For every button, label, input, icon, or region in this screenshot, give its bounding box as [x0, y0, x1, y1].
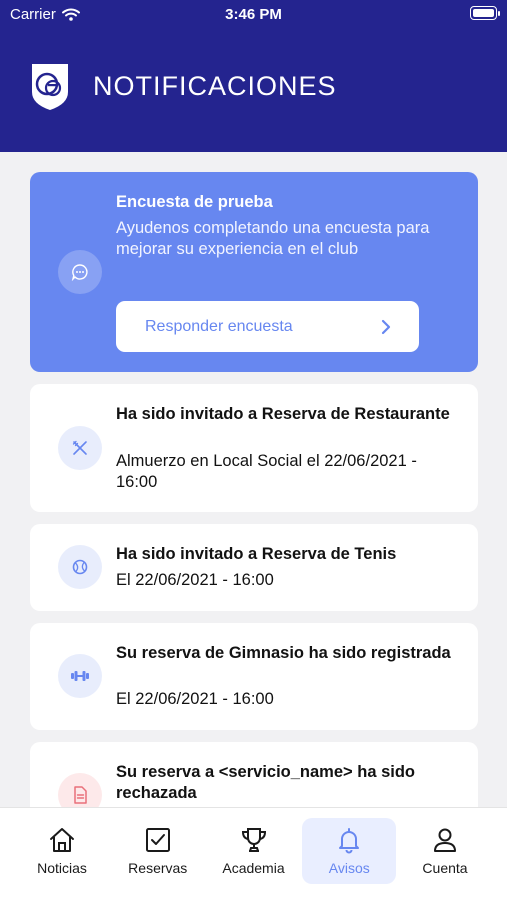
club-logo	[32, 64, 68, 110]
user-icon	[434, 828, 456, 852]
notification-body: Almuerzo en Local Social el 22/06/2021 -…	[116, 452, 417, 491]
notification-card[interactable]: Su reserva a <servicio_name> ha sido rec…	[30, 742, 478, 807]
notification-title: Su reserva a <servicio_name> ha sido rec…	[116, 763, 416, 802]
notification-title: Ha sido invitado a Reserva de Restaurant…	[116, 405, 450, 423]
notifications-list[interactable]: Encuesta de prueba Ayudenos completando …	[0, 152, 507, 807]
bell-icon	[339, 828, 360, 854]
notification-card[interactable]: Su reserva de Gimnasio ha sido registrad…	[30, 623, 478, 730]
tab-bar: Noticias Reservas Academia Avisos Cuenta	[0, 807, 507, 900]
dumbbell-icon	[58, 654, 102, 698]
clock: 3:46 PM	[225, 6, 282, 23]
survey-title: Encuesta de prueba	[116, 193, 273, 211]
tab-reservas[interactable]: Reservas	[111, 818, 205, 884]
notification-body: El 22/06/2021 - 16:00	[116, 690, 274, 708]
utensils-icon	[58, 426, 102, 470]
tab-noticias[interactable]: Noticias	[15, 818, 109, 884]
notification-card[interactable]: Ha sido invitado a Reserva de Restaurant…	[30, 384, 478, 512]
tab-cuenta[interactable]: Cuenta	[398, 818, 492, 884]
page-title: NOTIFICACIONES	[93, 71, 337, 101]
notification-body: El 22/06/2021 - 16:00	[116, 571, 274, 589]
tab-label: Noticias	[37, 860, 87, 876]
tab-label: Academia	[222, 860, 285, 876]
tennis-ball-icon	[58, 545, 102, 589]
chevron-right-icon	[381, 319, 391, 334]
tab-label: Cuenta	[422, 860, 468, 876]
tab-label: Reservas	[128, 860, 188, 876]
answer-survey-label: Responder encuesta	[145, 317, 293, 335]
trophy-icon	[241, 828, 266, 852]
answer-survey-button[interactable]: Responder encuesta	[116, 301, 419, 352]
document-icon	[58, 773, 102, 807]
tab-label: Avisos	[328, 860, 370, 876]
survey-description: Ayudenos completando una encuesta para m…	[116, 219, 430, 258]
notification-card[interactable]: Ha sido invitado a Reserva de Tenis El 2…	[30, 524, 478, 611]
tab-academia[interactable]: Academia	[207, 818, 301, 884]
app-header: Carrier 3:46 PM NOTIFICACIONES	[0, 0, 507, 152]
survey-card: Encuesta de prueba Ayudenos completando …	[30, 172, 478, 372]
tab-avisos[interactable]: Avisos	[302, 818, 397, 884]
status-bar: Carrier 3:46 PM	[0, 0, 507, 30]
battery-icon	[470, 6, 500, 20]
home-icon	[50, 828, 74, 852]
notification-title: Ha sido invitado a Reserva de Tenis	[116, 545, 397, 563]
checkbox-icon	[145, 828, 170, 852]
chat-bubble-icon	[58, 250, 102, 294]
notification-title: Su reserva de Gimnasio ha sido registrad…	[116, 644, 451, 662]
